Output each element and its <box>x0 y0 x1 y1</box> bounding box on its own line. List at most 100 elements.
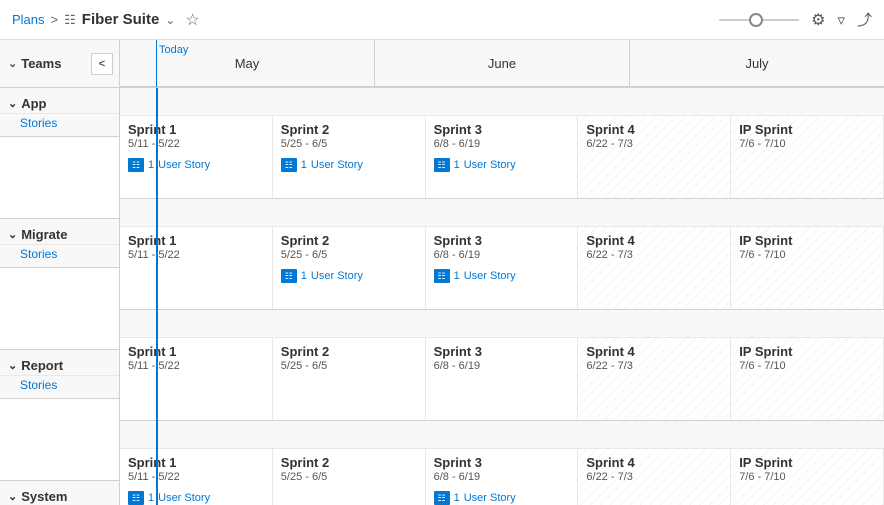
user-story-icon: ☷ <box>434 269 450 283</box>
sprint-dates: 6/22 - 7/3 <box>586 138 722 150</box>
slider-thumb[interactable] <box>749 13 763 27</box>
gantt-group-migrate: Sprint 15/11 - 5/22Sprint 25/25 - 6/5☷1U… <box>120 199 884 310</box>
user-story-badge[interactable]: ☷1User Story <box>434 491 570 505</box>
user-story-icon: ☷ <box>128 158 144 172</box>
sprint-dates: 7/6 - 7/10 <box>739 138 875 150</box>
migrate-row-spacer <box>0 268 119 350</box>
sprint-cell-app-4[interactable]: IP Sprint7/6 - 7/10 <box>731 116 884 198</box>
sprint-cell-report-3[interactable]: Sprint 46/22 - 7/3 <box>578 338 731 420</box>
user-story-badge[interactable]: ☷ 1 User Story <box>281 269 417 283</box>
dropdown-arrow-icon[interactable]: ⌄ <box>165 13 175 27</box>
sprint-dates: 6/22 - 7/3 <box>586 471 722 483</box>
favorite-star-icon[interactable]: ☆ <box>185 10 199 30</box>
sprint-dates: 7/6 - 7/10 <box>739 249 875 261</box>
header-right: ⚙ ▿ ⤴ <box>719 9 872 30</box>
team-name-report: Report <box>21 358 63 373</box>
sprint-dates: 6/22 - 7/3 <box>586 360 722 372</box>
story-label: User Story <box>311 159 363 171</box>
sprint-name: Sprint 3 <box>434 233 570 248</box>
sprint-dates: 5/11 - 5/22 <box>128 249 264 261</box>
gantt-header-report <box>120 310 884 338</box>
teams-collapse-icon[interactable]: ⌄ <box>8 57 17 70</box>
story-count: 1 <box>148 492 154 504</box>
gantt-header-system <box>120 421 884 449</box>
sprint-cell-report-1[interactable]: Sprint 25/25 - 6/5 <box>273 338 426 420</box>
gantt-header-app <box>120 88 884 116</box>
app-header: Plans > ☷ Fiber Suite ⌄ ☆ ⚙ ▿ ⤴ <box>0 0 884 40</box>
sprint-name: Sprint 4 <box>586 455 722 470</box>
story-label: User Story <box>311 270 363 282</box>
user-story-badge[interactable]: ☷1User Story <box>434 158 570 172</box>
team-section-migrate: ⌄ Migrate <box>0 219 119 245</box>
app-stories-link[interactable]: Stories <box>0 114 119 137</box>
sprint-cell-system-0[interactable]: Sprint 15/11 - 5/22☷1User Story <box>120 449 273 505</box>
sprint-name: IP Sprint <box>739 455 875 470</box>
team-section-system: ⌄ System <box>0 481 119 505</box>
sprint-name: Sprint 1 <box>128 233 264 248</box>
sprint-name: Sprint 2 <box>281 233 417 248</box>
report-collapse-icon[interactable]: ⌄ <box>8 359 17 372</box>
sprint-cell-migrate-1[interactable]: Sprint 25/25 - 6/5☷1User Story <box>273 227 426 309</box>
sprint-dates: 7/6 - 7/10 <box>739 471 875 483</box>
sprint-cell-system-1[interactable]: Sprint 25/25 - 6/5 <box>273 449 426 505</box>
story-label: User Story <box>158 159 210 171</box>
sprint-name: IP Sprint <box>739 233 875 248</box>
system-collapse-icon[interactable]: ⌄ <box>8 490 17 503</box>
main-area: Today ⌄ Teams < May June July ⌄ App <box>0 40 884 505</box>
user-story-badge[interactable]: ☷ 1 User Story <box>434 269 570 283</box>
sprint-cell-report-4[interactable]: IP Sprint7/6 - 7/10 <box>731 338 884 420</box>
story-count: 1 <box>301 270 307 282</box>
story-label: User Story <box>464 270 516 282</box>
teams-header-label: Teams <box>21 56 61 71</box>
sprint-dates: 5/25 - 6/5 <box>281 138 417 150</box>
sprint-name: Sprint 2 <box>281 455 417 470</box>
sprint-name: Sprint 3 <box>434 122 570 137</box>
sprint-cell-app-3[interactable]: Sprint 46/22 - 7/3 <box>578 116 731 198</box>
sprint-name: IP Sprint <box>739 122 875 137</box>
sprint-cell-migrate-2[interactable]: Sprint 36/8 - 6/19☷1User Story <box>426 227 579 309</box>
story-count: 1 <box>301 159 307 171</box>
user-story-icon: ☷ <box>128 491 144 505</box>
sprint-cell-system-3[interactable]: Sprint 46/22 - 7/3 <box>578 449 731 505</box>
user-story-badge[interactable]: ☷1User Story <box>128 158 264 172</box>
sprint-cell-migrate-0[interactable]: Sprint 15/11 - 5/22 <box>120 227 273 309</box>
sprint-cell-system-4[interactable]: IP Sprint7/6 - 7/10 <box>731 449 884 505</box>
team-name-migrate: Migrate <box>21 227 67 242</box>
filter-icon[interactable]: ▿ <box>837 11 845 29</box>
sprint-cell-app-1[interactable]: Sprint 25/25 - 6/5 ☷ 1 User Story <box>273 116 426 198</box>
sprint-cell-report-2[interactable]: Sprint 36/8 - 6/19 <box>426 338 579 420</box>
gantt-area: Sprint 15/11 - 5/22☷1User StorySprint 25… <box>120 88 884 505</box>
sprint-cell-migrate-3[interactable]: Sprint 46/22 - 7/3 <box>578 227 731 309</box>
zoom-slider-container[interactable] <box>719 19 799 21</box>
sprint-cell-report-0[interactable]: Sprint 15/11 - 5/22 <box>120 338 273 420</box>
settings-icon[interactable]: ⚙ <box>811 10 825 30</box>
zoom-slider[interactable] <box>719 19 799 21</box>
sprint-name: Sprint 4 <box>586 344 722 359</box>
story-label: User Story <box>464 492 516 504</box>
user-story-badge[interactable]: ☷1User Story <box>128 491 264 505</box>
nav-back-button[interactable]: < <box>91 53 113 75</box>
sprint-cell-migrate-4[interactable]: IP Sprint7/6 - 7/10 <box>731 227 884 309</box>
header-left: Plans > ☷ Fiber Suite ⌄ ☆ <box>12 10 719 30</box>
migrate-stories-link[interactable]: Stories <box>0 245 119 268</box>
sprint-dates: 6/22 - 7/3 <box>586 249 722 261</box>
user-story-icon: ☷ <box>281 158 297 172</box>
user-story-badge[interactable]: ☷ 1 User Story <box>281 158 417 172</box>
sprint-cell-app-0[interactable]: Sprint 15/11 - 5/22☷1User Story <box>120 116 273 198</box>
app-collapse-icon[interactable]: ⌄ <box>8 97 17 110</box>
expand-icon[interactable]: ⤴ <box>857 9 872 30</box>
sprint-dates: 6/8 - 6/19 <box>434 471 570 483</box>
migrate-collapse-icon[interactable]: ⌄ <box>8 228 17 241</box>
user-story-icon: ☷ <box>281 269 297 283</box>
gantt-stories-row-system: Sprint 15/11 - 5/22☷1User StorySprint 25… <box>120 449 884 505</box>
story-count: 1 <box>454 270 460 282</box>
report-stories-link[interactable]: Stories <box>0 376 119 399</box>
sprint-cell-app-2[interactable]: Sprint 36/8 - 6/19☷1User Story <box>426 116 579 198</box>
sprint-dates: 7/6 - 7/10 <box>739 360 875 372</box>
breadcrumb-plans[interactable]: Plans <box>12 12 45 27</box>
sprint-name: Sprint 2 <box>281 122 417 137</box>
user-story-icon: ☷ <box>434 158 450 172</box>
breadcrumb-title[interactable]: Fiber Suite <box>82 11 160 28</box>
sprint-cell-system-2[interactable]: Sprint 36/8 - 6/19☷1User Story <box>426 449 579 505</box>
breadcrumb-separator: > <box>51 12 59 27</box>
